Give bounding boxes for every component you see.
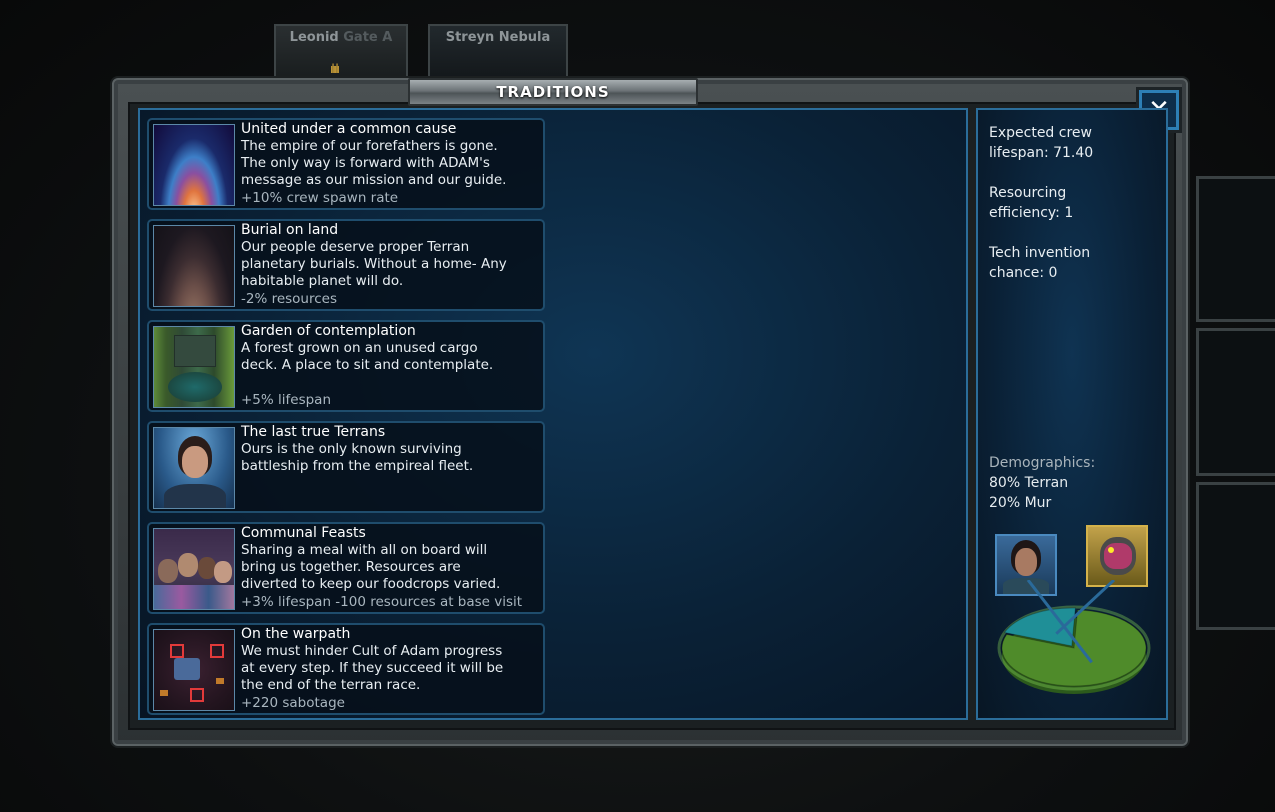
demographics-label: Demographics: bbox=[989, 455, 1096, 471]
tradition-description: Our people deserve proper Terran planeta… bbox=[241, 239, 507, 289]
demographics-row-terran: 80% Terran bbox=[989, 475, 1069, 491]
tradition-card-united[interactable]: United under a common cause The empire o… bbox=[147, 118, 545, 210]
demographics-row-mur: 20% Mur bbox=[989, 495, 1052, 511]
tradition-title: On the warpath bbox=[241, 626, 351, 642]
tradition-card-last-terrans[interactable]: The last true Terrans Ours is the only k… bbox=[147, 421, 545, 513]
tradition-bonus: +10% crew spawn rate bbox=[241, 190, 399, 206]
sector-tab-leonid-gate: Leonid Gate A ılıılı bbox=[274, 24, 408, 86]
mur-species-portrait bbox=[1086, 525, 1148, 587]
tradition-description: Ours is the only known surviving battles… bbox=[241, 441, 474, 474]
demographics: Demographics: 80% Terran 20% Mur bbox=[989, 453, 1095, 513]
warpath-map-image bbox=[153, 629, 235, 711]
stat-resourcing-efficiency: Resourcing efficiency: 1 bbox=[989, 185, 1074, 221]
crew-group-image bbox=[153, 528, 235, 610]
tradition-description: Sharing a meal with all on board will br… bbox=[241, 542, 501, 592]
tradition-description: A forest grown on an unused cargo deck. … bbox=[241, 340, 494, 373]
signal-icon: ılıılı bbox=[330, 62, 340, 76]
tradition-bonus: +5% lifespan bbox=[241, 392, 332, 408]
tradition-title: The last true Terrans bbox=[241, 424, 386, 440]
tradition-bonus: +220 sabotage bbox=[241, 695, 345, 711]
planet-sunrise-image bbox=[153, 124, 235, 206]
tradition-title: United under a common cause bbox=[241, 121, 457, 137]
tradition-title: Burial on land bbox=[241, 222, 339, 238]
sector-tab-streyn-nebula: Streyn Nebula bbox=[428, 24, 568, 86]
tradition-description: We must hinder Cult of Adam progress at … bbox=[241, 643, 504, 693]
tradition-title: Garden of contemplation bbox=[241, 323, 416, 339]
tab-label: Streyn Nebula bbox=[445, 30, 551, 45]
stat-crew-lifespan: Expected crew lifespan: 71.40 bbox=[989, 125, 1094, 161]
tradition-bonus: -2% resources bbox=[241, 291, 338, 307]
tradition-description: The empire of our forefathers is gone. T… bbox=[241, 138, 507, 188]
tradition-card-communal-feasts[interactable]: Communal Feasts Sharing a meal with all … bbox=[147, 522, 545, 614]
dusty-planet-image bbox=[153, 225, 235, 307]
tradition-title: Communal Feasts bbox=[241, 525, 366, 541]
background-side-panel bbox=[1196, 328, 1275, 476]
background-side-panel bbox=[1196, 176, 1275, 322]
tradition-card-burial[interactable]: Burial on land Our people deserve proper… bbox=[147, 219, 545, 311]
garden-deck-image bbox=[153, 326, 235, 408]
tradition-card-warpath[interactable]: On the warpath We must hinder Cult of Ad… bbox=[147, 623, 545, 715]
tradition-bonus: +3% lifespan -100 resources at base visi… bbox=[241, 594, 523, 610]
tradition-card-garden[interactable]: Garden of contemplation A forest grown o… bbox=[147, 320, 545, 412]
demographics-pie-chart bbox=[997, 580, 1151, 694]
terran-officer-portrait bbox=[153, 427, 235, 509]
stat-tech-invention: Tech invention chance: 0 bbox=[989, 245, 1091, 281]
background-side-panel bbox=[1196, 482, 1275, 630]
window-title: TRADITIONS bbox=[408, 78, 698, 106]
tab-label-dim: Gate A bbox=[343, 30, 393, 45]
tab-label-bold: Leonid bbox=[289, 30, 339, 45]
